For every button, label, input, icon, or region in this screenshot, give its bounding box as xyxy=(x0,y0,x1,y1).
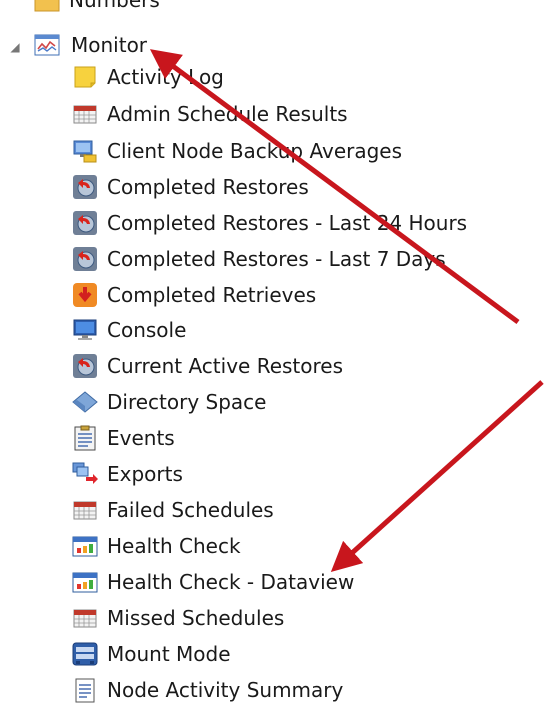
tree-item-monitor[interactable]: Monitor xyxy=(34,28,149,62)
tree-item-label: Monitor xyxy=(71,33,148,57)
tree-item-current-active-restores[interactable]: Current Active Restores xyxy=(72,349,343,383)
restore-icon xyxy=(72,353,98,379)
exports-icon xyxy=(72,461,98,487)
tree-item-label: Client Node Backup Averages xyxy=(107,139,403,163)
tree-item-mount-mode[interactable]: Mount Mode xyxy=(72,637,231,671)
tree-item-client-node-backup-averages[interactable]: Client Node Backup Averages xyxy=(72,134,402,168)
tree-item-failed-schedules[interactable]: Failed Schedules xyxy=(72,493,274,527)
tree-item-activity-log[interactable]: Activity Log xyxy=(72,60,224,94)
tree-item-completed-restores[interactable]: Completed Restores xyxy=(72,170,309,204)
tree-item-admin-schedule-results[interactable]: Admin Schedule Results xyxy=(72,97,348,131)
navigation-tree: Numbers ◢ Monitor Activity Log Admin Sch… xyxy=(0,0,550,703)
retrieve-icon xyxy=(72,282,98,308)
tree-item-label: Activity Log xyxy=(107,65,224,89)
tree-item-label: Admin Schedule Results xyxy=(107,102,348,126)
tree-item-label: Exports xyxy=(107,462,183,486)
mount-mode-icon xyxy=(72,641,98,667)
tree-item-numbers[interactable]: Numbers xyxy=(34,0,160,17)
events-icon xyxy=(72,425,98,451)
tree-item-label: Completed Restores - Last 24 Hours xyxy=(107,211,468,235)
client-node-icon xyxy=(72,138,98,164)
tree-item-exports[interactable]: Exports xyxy=(72,457,183,491)
tree-item-label: Mount Mode xyxy=(107,642,231,666)
restore-icon xyxy=(72,246,98,272)
tree-item-completed-retrieves[interactable]: Completed Retrieves xyxy=(72,278,316,312)
tree-item-directory-space[interactable]: Directory Space xyxy=(72,385,266,419)
tree-item-label: Completed Retrieves xyxy=(107,283,317,307)
restore-icon xyxy=(72,174,98,200)
tree-item-label: Numbers xyxy=(69,0,160,12)
health-check-icon xyxy=(72,569,98,595)
tree-item-label: Failed Schedules xyxy=(107,498,274,522)
tree-item-label: Health Check - Dataview xyxy=(107,570,355,594)
tree-item-console[interactable]: Console xyxy=(72,313,186,347)
tree-item-label: Directory Space xyxy=(107,390,267,414)
tree-item-events[interactable]: Events xyxy=(72,421,175,455)
tree-item-label: Completed Restores xyxy=(107,175,309,199)
activity-log-icon xyxy=(72,64,98,90)
health-check-icon xyxy=(72,533,98,559)
tree-item-label: Events xyxy=(107,426,175,450)
tree-item-health-check[interactable]: Health Check xyxy=(72,529,241,563)
summary-document-icon xyxy=(72,677,98,703)
directory-space-icon xyxy=(72,389,98,415)
folder-icon xyxy=(34,0,60,13)
schedule-grid-icon xyxy=(72,497,98,523)
tree-item-label: Current Active Restores xyxy=(107,354,344,378)
tree-item-missed-schedules[interactable]: Missed Schedules xyxy=(72,601,284,635)
tree-item-completed-restores-24h[interactable]: Completed Restores - Last 24 Hours xyxy=(72,206,467,240)
console-icon xyxy=(72,317,98,343)
monitor-chart-icon xyxy=(34,32,60,58)
restore-icon xyxy=(72,210,98,236)
tree-item-label: Health Check xyxy=(107,534,241,558)
tree-item-health-check-dataview[interactable]: Health Check - Dataview xyxy=(72,565,354,599)
tree-item-label: Node Activity Summary xyxy=(107,678,344,702)
tree-item-completed-restores-7d[interactable]: Completed Restores - Last 7 Days xyxy=(72,242,446,276)
tree-item-label: Completed Restores - Last 7 Days xyxy=(107,247,446,271)
schedule-grid-icon xyxy=(72,101,98,127)
collapse-arrow-icon[interactable]: ◢ xyxy=(8,40,22,54)
tree-item-label: Missed Schedules xyxy=(107,606,285,630)
tree-item-label: Console xyxy=(107,318,187,342)
tree-item-node-activity-summary[interactable]: Node Activity Summary xyxy=(72,673,343,707)
schedule-grid-icon xyxy=(72,605,98,631)
